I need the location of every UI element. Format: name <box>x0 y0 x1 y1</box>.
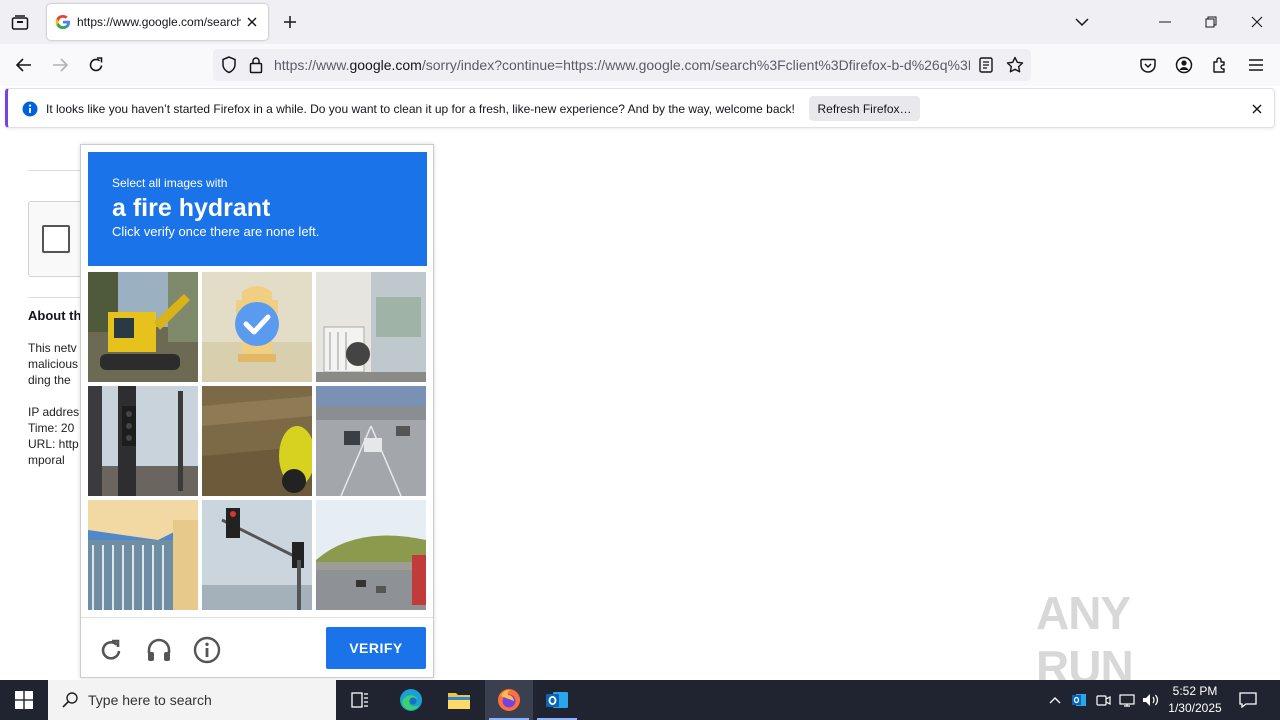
captcha-tile-excavator[interactable] <box>88 272 198 382</box>
notification-close-icon[interactable] <box>1248 100 1266 118</box>
reload-challenge-icon[interactable] <box>94 633 128 667</box>
account-icon[interactable] <box>1169 50 1199 80</box>
instruction-small: Select all images with <box>112 176 228 190</box>
firefox-view-icon[interactable] <box>6 9 34 37</box>
windows-start-icon[interactable] <box>0 680 48 720</box>
url-text[interactable]: https://www.google.com/sorry/index?conti… <box>274 57 970 73</box>
captcha-tile-storefront[interactable] <box>316 272 426 382</box>
meet-now-icon[interactable] <box>1093 690 1113 710</box>
browser-tab[interactable]: https://www.google.com/search?client=fir… <box>47 4 268 40</box>
volume-speaker-icon[interactable] <box>1141 690 1161 710</box>
notifications-icon[interactable] <box>1238 690 1258 710</box>
challenge-header: Select all images with a fire hydrant Cl… <box>88 152 427 266</box>
info-icon <box>22 101 38 117</box>
close-window-icon[interactable] <box>1234 0 1280 44</box>
captcha-tile-grass-motorcycle[interactable] <box>202 386 312 496</box>
anyrun-watermark: ANY RUN <box>1036 587 1134 693</box>
minimize-window-icon[interactable] <box>1142 0 1188 44</box>
pocket-icon[interactable] <box>1133 50 1163 80</box>
tab-close-icon[interactable] <box>243 13 261 31</box>
captcha-tile-highway-overpass[interactable] <box>316 500 426 610</box>
tab-title: https://www.google.com/search?client=fir… <box>77 15 241 29</box>
audio-challenge-headphones-icon[interactable] <box>142 633 176 667</box>
list-all-tabs-chevron-icon[interactable] <box>1072 12 1092 32</box>
google-favicon-icon <box>55 14 71 30</box>
edge-browser-icon[interactable] <box>387 680 435 720</box>
clock-date: 1/30/2025 <box>1168 701 1222 715</box>
padlock-icon[interactable] <box>249 56 263 74</box>
back-arrow-icon[interactable] <box>9 50 39 80</box>
captcha-challenge-popup: Select all images with a fire hydrant Cl… <box>80 144 434 678</box>
system-clock[interactable]: 5:52 PM 1/30/2025 <box>1160 683 1230 717</box>
navigation-bar: https://www.google.com/sorry/index?conti… <box>0 44 1280 86</box>
page-line: malicious <box>28 357 79 371</box>
page-line: Time: 20 <box>28 421 75 435</box>
task-view-icon[interactable] <box>336 680 384 720</box>
divider <box>28 170 80 171</box>
windows-taskbar: Type here to search 5:52 PM 1/30/2025 <box>0 680 1280 720</box>
notification-message: It looks like you haven’t started Firefo… <box>46 102 795 116</box>
page-line: mporal <box>28 453 65 467</box>
page-line: URL: http <box>28 437 79 451</box>
firefox-taskbar-icon[interactable] <box>485 680 533 720</box>
show-hidden-icons-chevron-icon[interactable] <box>1045 690 1065 710</box>
recaptcha-checkbox[interactable] <box>42 225 70 253</box>
captcha-tile-highway-cars[interactable] <box>316 386 426 496</box>
forward-arrow-icon[interactable] <box>45 50 75 80</box>
divider <box>28 297 80 298</box>
page-line: ding the <box>28 373 71 387</box>
bookmark-star-icon[interactable] <box>1006 56 1024 74</box>
instruction-target: a fire hydrant <box>112 194 271 222</box>
address-bar[interactable]: https://www.google.com/sorry/index?conti… <box>213 49 1031 81</box>
network-icon[interactable] <box>1117 690 1137 710</box>
captcha-tile-traffic-light-palms[interactable] <box>88 386 198 496</box>
help-info-icon[interactable] <box>190 633 224 667</box>
reload-icon[interactable] <box>81 50 111 80</box>
captcha-tile-fire-hydrant-selected[interactable] <box>202 272 312 382</box>
clock-time: 5:52 PM <box>1172 684 1218 698</box>
tracking-protection-shield-icon[interactable] <box>221 56 237 74</box>
reader-view-icon[interactable] <box>979 57 993 73</box>
tab-strip: https://www.google.com/search?client=fir… <box>0 0 1280 44</box>
captcha-tile-balcony[interactable] <box>88 500 198 610</box>
footer-divider <box>81 617 433 618</box>
search-placeholder: Type here to search <box>88 692 212 708</box>
outlook-icon[interactable] <box>533 680 581 720</box>
instruction-sub: Click verify once there are none left. <box>112 224 320 239</box>
hamburger-menu-icon[interactable] <box>1241 50 1271 80</box>
captcha-tile-traffic-light-pole[interactable] <box>202 500 312 610</box>
page-line: This netv <box>28 341 77 355</box>
taskbar-search-box[interactable]: Type here to search <box>48 680 336 720</box>
search-icon <box>62 692 78 708</box>
recaptcha-widget[interactable] <box>28 201 88 277</box>
refresh-firefox-notification: It looks like you haven’t started Firefo… <box>5 88 1275 128</box>
outlook-tray-icon[interactable] <box>1069 690 1089 710</box>
file-explorer-folder-icon[interactable] <box>435 680 483 720</box>
refresh-firefox-button[interactable]: Refresh Firefox… <box>809 96 920 121</box>
new-tab-plus-icon[interactable] <box>280 12 300 32</box>
about-heading: About th <box>28 308 82 323</box>
verify-button[interactable]: VERIFY <box>326 627 426 669</box>
restore-window-icon[interactable] <box>1188 0 1234 44</box>
page-line: IP addres <box>28 405 80 419</box>
extensions-puzzle-icon[interactable] <box>1205 50 1235 80</box>
